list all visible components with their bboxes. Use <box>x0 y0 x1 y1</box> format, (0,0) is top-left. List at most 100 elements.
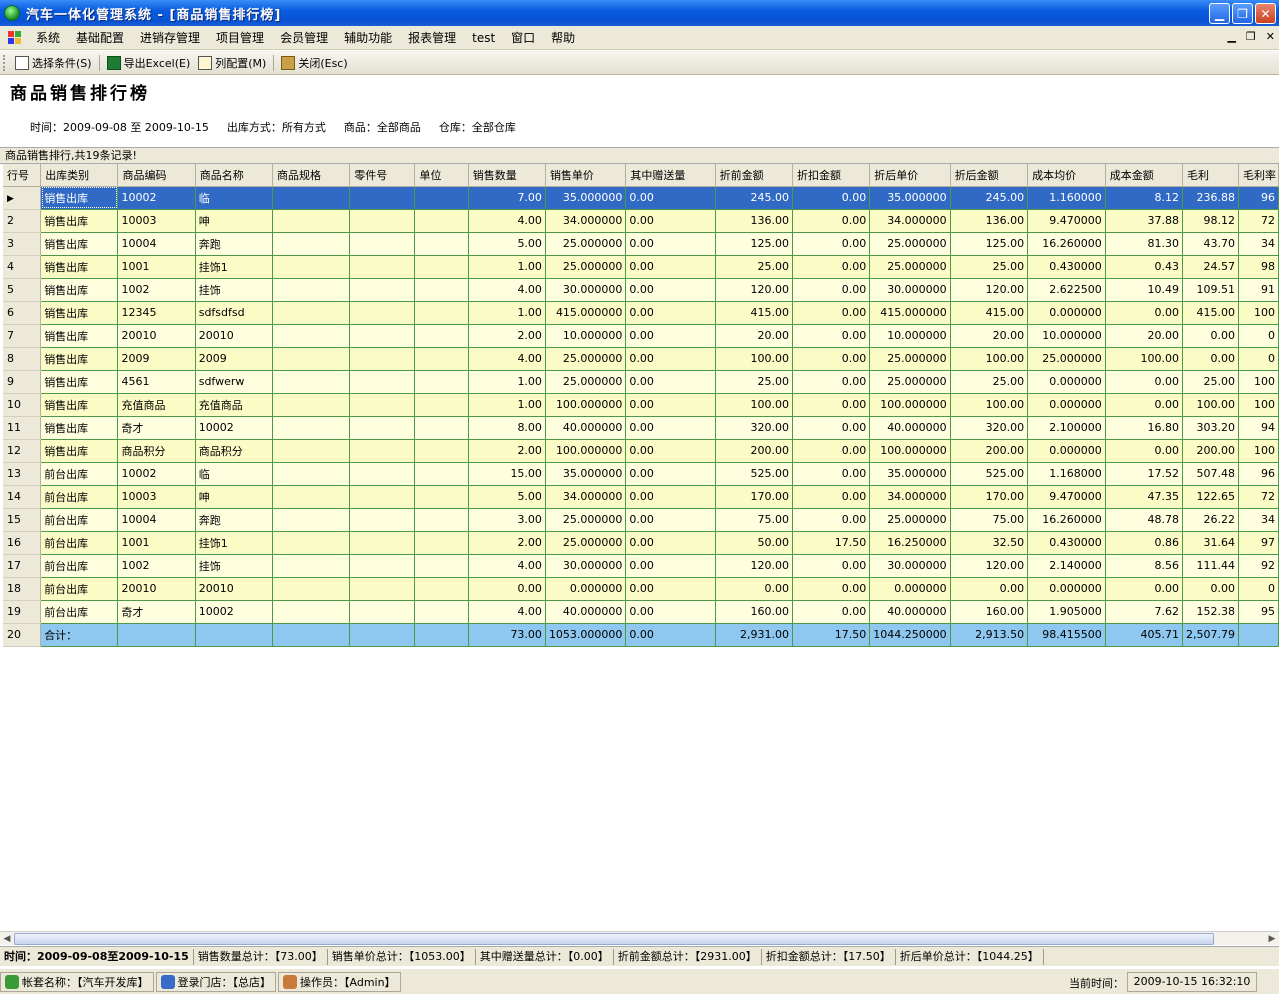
table-cell[interactable]: 挂饰 <box>195 278 274 302</box>
table-cell[interactable]: 销售出库 <box>40 278 119 302</box>
table-cell[interactable]: 320.00 <box>950 416 1029 440</box>
table-cell[interactable]: 销售出库 <box>40 232 119 256</box>
table-cell[interactable]: 20010 <box>195 577 274 601</box>
row-number[interactable]: 16 <box>3 531 42 555</box>
table-cell[interactable]: 25.000000 <box>545 508 627 532</box>
table-cell[interactable]: 50.00 <box>715 531 794 555</box>
row-number[interactable]: 17 <box>3 554 42 578</box>
menu-base-config[interactable]: 基础配置 <box>68 28 132 48</box>
table-cell[interactable]: 1.00 <box>468 370 546 394</box>
table-cell[interactable]: 8.00 <box>468 416 546 440</box>
table-cell[interactable]: 415.00 <box>715 301 794 325</box>
table-cell[interactable] <box>272 301 351 325</box>
table-cell[interactable]: 合计： <box>40 623 119 647</box>
table-cell[interactable]: 0.00 <box>1105 301 1183 325</box>
table-row[interactable]: 3 销售出库 10004 奔跑 5.00 25.000000 0.00 125.00 0.00 2… <box>3 232 1279 256</box>
table-cell[interactable]: 200.00 <box>715 439 794 463</box>
table-cell[interactable]: 17.50 <box>792 531 871 555</box>
table-cell[interactable] <box>272 278 351 302</box>
mdi-close-icon[interactable]: ✕ <box>1266 30 1275 43</box>
table-cell[interactable]: 0.00 <box>625 439 716 463</box>
table-cell[interactable]: 0.000000 <box>1027 577 1106 601</box>
table-cell[interactable]: 200.00 <box>950 439 1029 463</box>
table-cell[interactable] <box>414 278 469 302</box>
table-cell[interactable] <box>414 485 469 509</box>
table-row[interactable]: 15 前台出库 10004 奔跑 3.00 25.000000 0.00 75.00 0.00 2… <box>3 508 1279 532</box>
table-cell[interactable] <box>272 623 351 647</box>
table-cell[interactable] <box>414 416 469 440</box>
table-cell[interactable]: 4.00 <box>468 554 546 578</box>
table-cell[interactable]: 35.000000 <box>545 186 627 210</box>
table-cell[interactable]: 25.000000 <box>869 508 951 532</box>
table-cell[interactable]: 7.62 <box>1105 600 1183 624</box>
table-cell[interactable]: 16.260000 <box>1027 508 1106 532</box>
menu-project[interactable]: 项目管理 <box>208 28 272 48</box>
row-number[interactable]: 13 <box>3 462 42 486</box>
table-cell[interactable] <box>349 347 416 371</box>
table-cell[interactable]: 奇才 <box>117 600 196 624</box>
table-cell[interactable]: 25.000000 <box>545 232 627 256</box>
table-cell[interactable]: 临 <box>195 462 274 486</box>
table-cell[interactable]: 0.00 <box>792 577 871 601</box>
table-cell[interactable]: 100 <box>1238 393 1279 417</box>
table-cell[interactable] <box>414 600 469 624</box>
row-number[interactable]: 19 <box>3 600 42 624</box>
table-cell[interactable]: 1.00 <box>468 255 546 279</box>
table-row[interactable]: ▶ 销售出库 10002 临 7.00 35.000000 0.00 245.00 0.00 35… <box>3 186 1279 210</box>
table-cell[interactable] <box>349 600 416 624</box>
table-cell[interactable] <box>272 416 351 440</box>
menu-window[interactable]: 窗口 <box>503 28 543 48</box>
table-cell[interactable] <box>349 324 416 348</box>
table-cell[interactable] <box>414 439 469 463</box>
table-cell[interactable]: 0.00 <box>1182 577 1239 601</box>
table-cell[interactable]: 奇才 <box>117 416 196 440</box>
table-cell[interactable]: 111.44 <box>1182 554 1239 578</box>
table-cell[interactable] <box>414 554 469 578</box>
table-cell[interactable]: 0.00 <box>625 416 716 440</box>
table-row[interactable]: 12 销售出库 商品积分 商品积分 2.00 100.000000 0.00 200.00 0.… <box>3 439 1279 463</box>
table-cell[interactable]: 100.00 <box>950 393 1029 417</box>
row-number[interactable]: ▶ <box>3 186 42 210</box>
table-cell[interactable]: 4.00 <box>468 209 546 233</box>
table-cell[interactable] <box>272 439 351 463</box>
table-cell[interactable]: 30.000000 <box>545 554 627 578</box>
table-cell[interactable]: 2.00 <box>468 531 546 555</box>
table-cell[interactable]: 10003 <box>117 209 196 233</box>
column-header[interactable]: 销售单价 <box>545 164 627 187</box>
table-cell[interactable]: 前台出库 <box>40 577 119 601</box>
table-row[interactable]: 9 销售出库 4561 sdfwerw 1.00 25.000000 0.00 25.00 0.… <box>3 370 1279 394</box>
table-cell[interactable]: 20.00 <box>715 324 794 348</box>
table-cell[interactable] <box>414 186 469 210</box>
table-cell[interactable]: 0 <box>1238 347 1279 371</box>
table-cell[interactable] <box>349 209 416 233</box>
table-cell[interactable]: 122.65 <box>1182 485 1239 509</box>
table-cell[interactable] <box>349 439 416 463</box>
table-cell[interactable]: 100 <box>1238 301 1279 325</box>
table-cell[interactable] <box>349 577 416 601</box>
table-cell[interactable] <box>272 531 351 555</box>
column-header[interactable]: 行号 <box>3 164 42 187</box>
table-cell[interactable]: 120.00 <box>950 278 1029 302</box>
table-cell[interactable]: 10.000000 <box>1027 324 1106 348</box>
table-cell[interactable]: 160.00 <box>950 600 1029 624</box>
row-number[interactable]: 14 <box>3 485 42 509</box>
table-cell[interactable]: 43.70 <box>1182 232 1239 256</box>
table-cell[interactable]: 0.000000 <box>545 577 627 601</box>
table-cell[interactable]: 100 <box>1238 439 1279 463</box>
table-cell[interactable]: 4.00 <box>468 600 546 624</box>
table-cell[interactable]: 9.470000 <box>1027 209 1106 233</box>
row-number[interactable]: 5 <box>3 278 42 302</box>
table-cell[interactable]: 507.48 <box>1182 462 1239 486</box>
table-cell[interactable] <box>349 623 416 647</box>
table-cell[interactable]: 销售出库 <box>40 416 119 440</box>
table-cell[interactable] <box>414 370 469 394</box>
table-cell[interactable]: 10002 <box>117 186 196 210</box>
table-cell[interactable]: 1001 <box>117 531 196 555</box>
table-cell[interactable]: 415.00 <box>1182 301 1239 325</box>
table-cell[interactable]: 0.00 <box>792 508 871 532</box>
table-cell[interactable]: 16.260000 <box>1027 232 1106 256</box>
row-number[interactable]: 15 <box>3 508 42 532</box>
table-cell[interactable]: 20010 <box>195 324 274 348</box>
table-cell[interactable]: 销售出库 <box>40 209 119 233</box>
table-cell[interactable]: 0.00 <box>1105 393 1183 417</box>
